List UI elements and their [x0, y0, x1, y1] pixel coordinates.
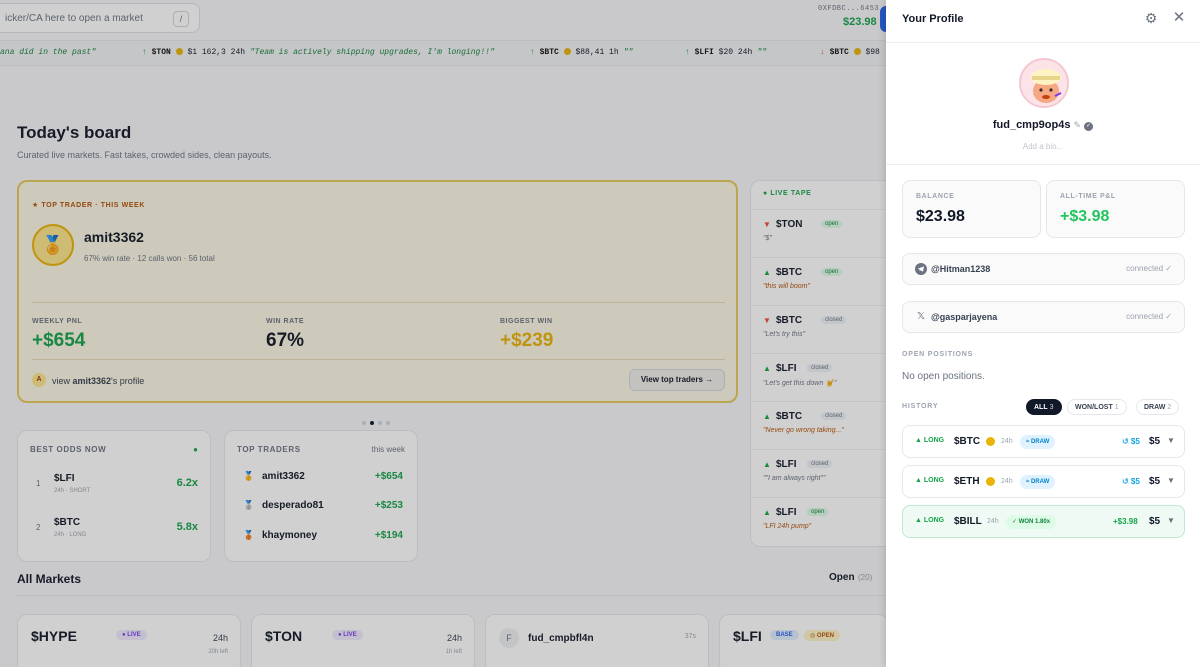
- close-icon[interactable]: ✕: [1171, 10, 1187, 26]
- result-badge: ≈ DRAW: [1020, 435, 1056, 449]
- coin-icon: [986, 437, 995, 446]
- chevron-down-icon[interactable]: ▼: [1167, 476, 1175, 485]
- chevron-down-icon[interactable]: ▼: [1167, 436, 1175, 445]
- history-row[interactable]: ▲ LONG $BILL 24h ✓ WON 1.80x +$3.98 $5 ▼: [902, 505, 1185, 538]
- balance-value: $23.98: [916, 208, 965, 225]
- stake-amount: $5: [1149, 476, 1161, 487]
- result-badge: ✓ WON 1.80x: [1006, 515, 1057, 529]
- coin-icon: [986, 477, 995, 486]
- modal-backdrop[interactable]: [0, 0, 886, 667]
- x-icon: 𝕏: [916, 311, 926, 322]
- result-badge: ≈ DRAW: [1020, 475, 1056, 489]
- gear-icon[interactable]: ⚙: [1143, 10, 1159, 26]
- divider: [886, 42, 1200, 43]
- profile-username: fud_cmp9op4s: [992, 119, 1071, 131]
- verified-icon: ✓: [1084, 122, 1094, 131]
- profile-username-row: fud_cmp9op4s ✎ ✓: [886, 119, 1200, 131]
- pnl-value: +$3.98: [1060, 208, 1110, 225]
- profile-title: Your Profile: [902, 13, 964, 25]
- history-row[interactable]: ▲ LONG $BTC 24h ≈ DRAW ↺ $5 $5 ▼: [902, 425, 1185, 458]
- balance-card: BALANCE $23.98: [902, 180, 1041, 238]
- balance-label: BALANCE: [916, 193, 955, 200]
- profit-amount: +$3.98: [1113, 517, 1138, 526]
- refund-amount: ↺ $5: [1122, 477, 1140, 486]
- filter-won-lost[interactable]: WON/LOST 1: [1067, 399, 1127, 415]
- stake-amount: $5: [1149, 516, 1161, 527]
- profile-panel: Your Profile ⚙ ✕ fud_cmp9op4s ✎ ✓ Add a …: [886, 0, 1200, 667]
- open-positions-empty: No open positions.: [902, 371, 985, 382]
- filter-all[interactable]: ALL 3: [1026, 399, 1062, 415]
- telegram-icon: [915, 263, 927, 275]
- bio-input[interactable]: Add a bio...: [886, 142, 1200, 151]
- avatar[interactable]: [1019, 58, 1069, 108]
- pnl-label: ALL-TIME P&L: [1060, 193, 1116, 200]
- refund-amount: ↺ $5: [1122, 437, 1140, 446]
- history-label: HISTORY: [902, 403, 939, 410]
- open-positions-label: OPEN POSITIONS: [902, 351, 974, 358]
- x-connection[interactable]: 𝕏 @gasparjayena connected ✓: [902, 301, 1185, 333]
- edit-icon[interactable]: ✎: [1074, 120, 1082, 130]
- chevron-down-icon[interactable]: ▼: [1167, 516, 1175, 525]
- pnl-card: ALL-TIME P&L +$3.98: [1046, 180, 1185, 238]
- telegram-connection[interactable]: @Hitman1238 connected ✓: [902, 253, 1185, 285]
- filter-draw[interactable]: DRAW 2: [1136, 399, 1180, 415]
- page: icker/CA here to open a market / 0XFDBC.…: [0, 0, 1200, 667]
- avatar-image: [1021, 60, 1067, 106]
- history-row[interactable]: ▲ LONG $ETH 24h ≈ DRAW ↺ $5 $5 ▼: [902, 465, 1185, 498]
- divider: [886, 164, 1200, 165]
- stake-amount: $5: [1149, 436, 1161, 447]
